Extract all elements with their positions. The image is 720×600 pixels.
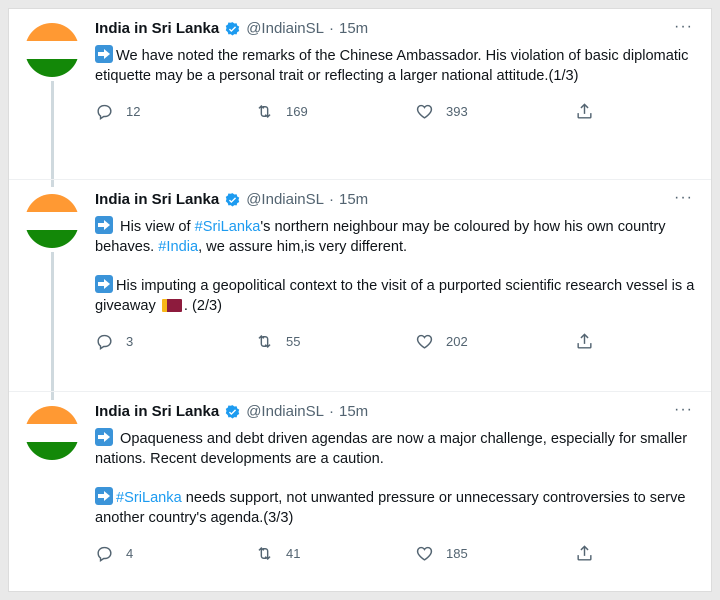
verified-badge-icon <box>225 192 240 207</box>
hashtag-link[interactable]: #India <box>158 239 198 255</box>
reply-icon <box>97 104 112 120</box>
like-count: 185 <box>446 546 468 561</box>
share-button[interactable] <box>575 102 594 121</box>
handle[interactable]: @IndiainSL <box>246 190 324 210</box>
tweet-text-segment: . (2/3) <box>183 298 223 314</box>
heart-icon <box>416 546 433 561</box>
avatar[interactable] <box>25 194 79 248</box>
heart-icon <box>416 104 433 119</box>
like-button[interactable]: 185 <box>415 544 575 563</box>
tweet-text-segment: needs support, not unwanted pressure or … <box>95 490 686 526</box>
hashtag-link[interactable]: #SriLanka <box>116 490 182 506</box>
avatar[interactable] <box>25 23 79 77</box>
hashtag-link[interactable]: #SriLanka <box>195 219 261 235</box>
like-button[interactable]: 393 <box>415 102 575 121</box>
retweet-button[interactable]: 41 <box>255 544 415 563</box>
retweet-icon <box>258 104 271 119</box>
reply-icon <box>97 546 112 562</box>
right-arrow-emoji-icon <box>95 428 113 446</box>
tweet-paragraph: #SriLanka needs support, not unwanted pr… <box>95 487 695 528</box>
more-icon[interactable]: ··· <box>674 402 693 418</box>
tweet-text-segment: , we assure him,is very different. <box>198 239 408 255</box>
tweet-header: India in Sri Lanka @IndiainSL · 15m <box>95 190 695 210</box>
reply-icon <box>97 334 112 350</box>
display-name[interactable]: India in Sri Lanka <box>95 402 219 422</box>
separator-dot: · <box>328 191 334 208</box>
like-count: 202 <box>446 334 468 349</box>
like-button[interactable]: 202 <box>415 332 575 351</box>
tweet-paragraph: His view of #SriLanka's northern neighbo… <box>95 216 695 257</box>
verified-badge-icon <box>225 21 240 36</box>
action-bar: 12 169 393 <box>95 102 615 121</box>
more-icon[interactable]: ··· <box>674 190 693 206</box>
avatar[interactable] <box>25 406 79 460</box>
reply-count: 12 <box>126 104 141 119</box>
timeline: India in Sri Lanka @IndiainSL · 15m ··· … <box>8 8 712 592</box>
handle[interactable]: @IndiainSL <box>246 402 324 422</box>
retweet-count: 41 <box>286 546 301 561</box>
more-icon[interactable]: ··· <box>674 19 693 35</box>
timestamp[interactable]: 15m <box>339 19 368 39</box>
tweet-2[interactable]: India in Sri Lanka @IndiainSL · 15m ··· … <box>9 179 711 400</box>
share-button[interactable] <box>575 544 594 563</box>
tweet-text: Opaqueness and debt driven agendas are n… <box>95 428 695 528</box>
right-arrow-emoji-icon <box>95 487 113 505</box>
retweet-icon <box>258 334 271 349</box>
reply-count: 3 <box>126 334 134 349</box>
tweet-1[interactable]: India in Sri Lanka @IndiainSL · 15m ··· … <box>9 9 711 187</box>
share-icon <box>577 545 592 561</box>
verified-badge-icon <box>225 404 240 419</box>
tweet-text: His view of #SriLanka's northern neighbo… <box>95 216 695 316</box>
share-icon <box>577 103 592 119</box>
tweet-header: India in Sri Lanka @IndiainSL · 15m <box>95 402 695 422</box>
display-name[interactable]: India in Sri Lanka <box>95 190 219 210</box>
action-bar: 4 41 185 <box>95 544 615 563</box>
tweet-paragraph: We have noted the remarks of the Chinese… <box>95 45 695 86</box>
retweet-count: 55 <box>286 334 301 349</box>
retweet-icon <box>258 546 271 561</box>
separator-dot: · <box>328 403 334 420</box>
tweet-header: India in Sri Lanka @IndiainSL · 15m <box>95 19 695 39</box>
sri-lanka-flag-emoji-icon <box>161 299 182 312</box>
right-arrow-emoji-icon <box>95 275 113 293</box>
timestamp[interactable]: 15m <box>339 190 368 210</box>
separator-dot: · <box>328 20 334 37</box>
share-button[interactable] <box>575 332 594 351</box>
share-icon <box>577 333 592 349</box>
reply-button[interactable]: 12 <box>95 102 255 121</box>
tweet-text: We have noted the remarks of the Chinese… <box>95 45 695 86</box>
reply-button[interactable]: 3 <box>95 332 255 351</box>
retweet-button[interactable]: 169 <box>255 102 415 121</box>
thread-connector <box>51 81 54 187</box>
display-name[interactable]: India in Sri Lanka <box>95 19 219 39</box>
retweet-count: 169 <box>286 104 308 119</box>
tweet-paragraph: Opaqueness and debt driven agendas are n… <box>95 428 695 469</box>
tweet-paragraph: His imputing a geopolitical context to t… <box>95 275 695 316</box>
retweet-button[interactable]: 55 <box>255 332 415 351</box>
tweet-text-segment: Opaqueness and debt driven agendas are n… <box>95 431 688 467</box>
timestamp[interactable]: 15m <box>339 402 368 422</box>
thread-connector <box>51 252 54 400</box>
like-count: 393 <box>446 104 468 119</box>
handle[interactable]: @IndiainSL <box>246 19 324 39</box>
tweet-text-segment: His view of <box>116 219 195 235</box>
tweet-3[interactable]: India in Sri Lanka @IndiainSL · 15m ··· … <box>9 391 711 591</box>
right-arrow-emoji-icon <box>95 216 113 234</box>
right-arrow-emoji-icon <box>95 45 113 63</box>
reply-count: 4 <box>126 546 134 561</box>
heart-icon <box>416 334 433 349</box>
tweet-text-segment: We have noted the remarks of the Chinese… <box>95 48 689 84</box>
reply-button[interactable]: 4 <box>95 544 255 563</box>
action-bar: 3 55 202 <box>95 332 615 351</box>
